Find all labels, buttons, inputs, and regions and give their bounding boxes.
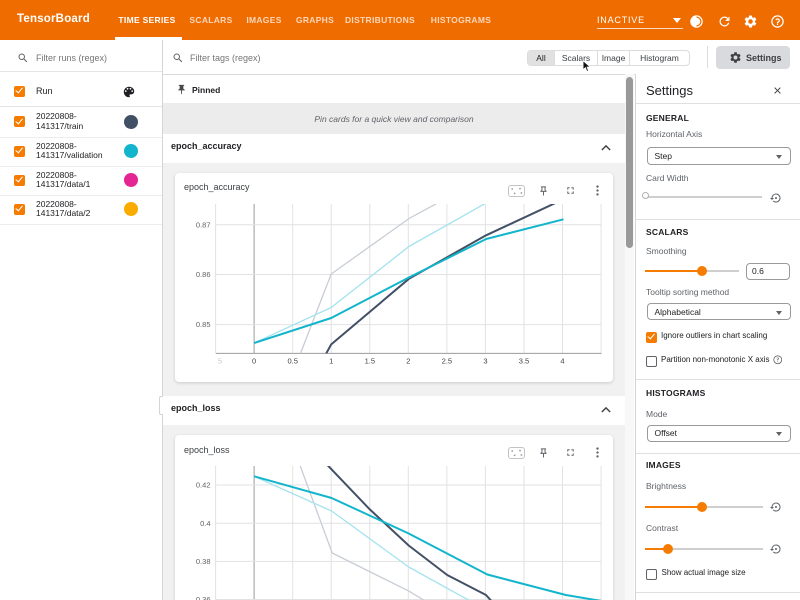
- svg-text:0.5: 0.5: [287, 356, 297, 365]
- svg-text:1.5: 1.5: [365, 356, 375, 365]
- svg-text:0.36: 0.36: [196, 595, 211, 600]
- svg-text:0.85: 0.85: [196, 320, 211, 329]
- svg-text:4: 4: [560, 356, 564, 365]
- svg-text:2.5: 2.5: [442, 356, 452, 365]
- svg-text:2: 2: [406, 356, 410, 365]
- svg-text:1: 1: [329, 356, 333, 365]
- svg-text:0.86: 0.86: [196, 270, 211, 279]
- svg-text:3: 3: [483, 356, 487, 365]
- svg-text:0.4: 0.4: [200, 519, 210, 528]
- svg-text:0.42: 0.42: [196, 481, 211, 490]
- svg-text:0: 0: [252, 356, 256, 365]
- svg-text:5: 5: [218, 356, 222, 365]
- svg-text:0.38: 0.38: [196, 557, 211, 566]
- svg-text:0.87: 0.87: [196, 220, 211, 229]
- svg-text:3.5: 3.5: [519, 356, 529, 365]
